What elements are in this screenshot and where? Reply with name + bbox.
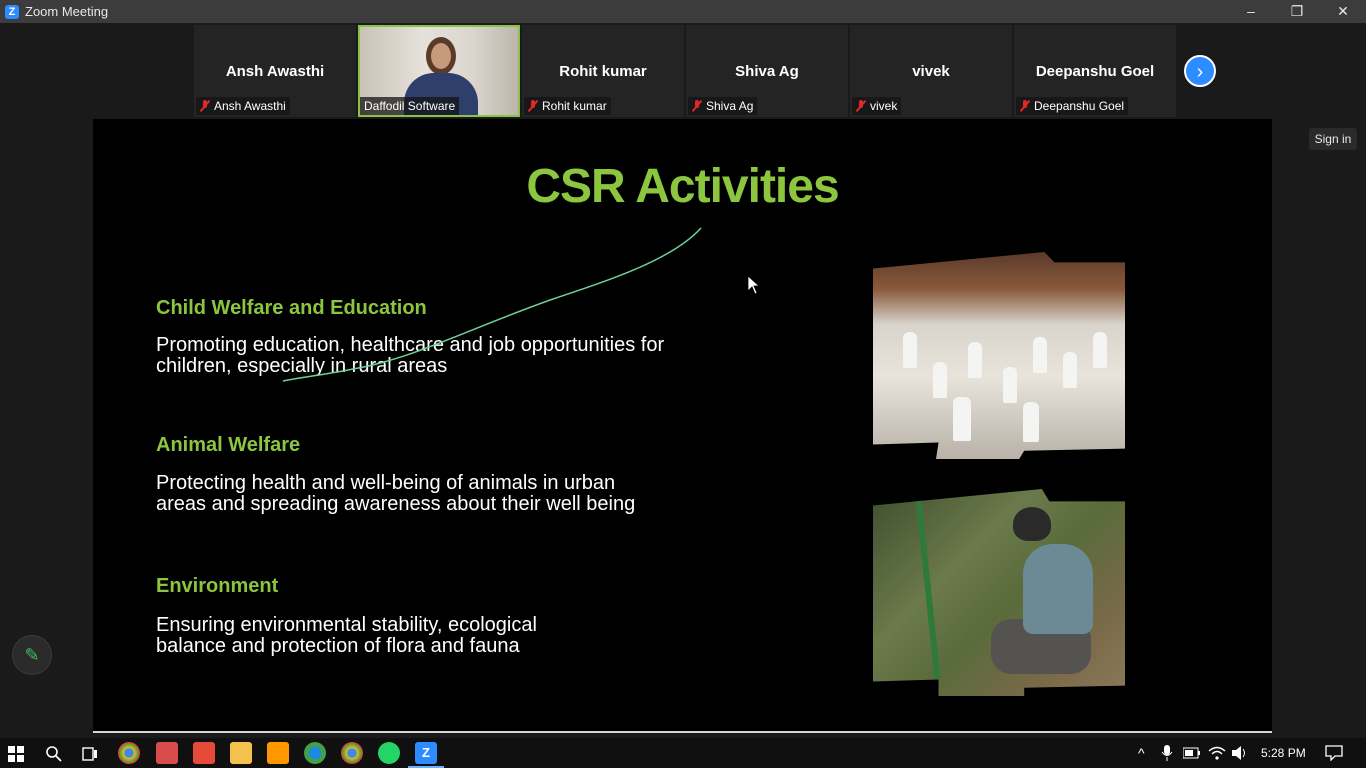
pencil-icon: ✎ xyxy=(24,645,40,665)
chrome-icon[interactable] xyxy=(118,742,140,764)
section-body: Ensuring environmental stability, ecolog… xyxy=(156,614,537,657)
microphone-icon[interactable] xyxy=(1161,745,1173,761)
section-heading: Environment xyxy=(156,575,279,597)
section-body: Protecting health and well-being of anim… xyxy=(156,472,636,515)
section-body: Promoting education, healthcare and job … xyxy=(156,334,665,377)
children-karate-photo xyxy=(873,252,1125,459)
participant-tile[interactable]: vivek vivek xyxy=(850,25,1012,117)
participant-label: Deepanshu Goel xyxy=(1016,97,1129,115)
participant-name: Rohit kumar xyxy=(559,63,647,80)
mic-muted-icon xyxy=(692,100,702,112)
windows-icon[interactable] xyxy=(8,746,24,762)
section-heading: Child Welfare and Education xyxy=(156,297,427,319)
participant-label: Daffodil Software xyxy=(360,97,460,115)
snipping-icon[interactable] xyxy=(156,742,178,764)
file-explorer-icon[interactable] xyxy=(230,742,252,764)
participant-strip: Ansh Awasthi Ansh Awasthi Daffodil Softw… xyxy=(194,25,1176,117)
participant-tile[interactable]: Deepanshu Goel Deepanshu Goel xyxy=(1014,25,1176,117)
mic-muted-icon xyxy=(856,100,866,112)
tree-planting-photo xyxy=(873,489,1125,696)
participant-label: vivek xyxy=(852,97,902,115)
zoom-logo-icon: Z xyxy=(5,4,19,19)
participant-name: Ansh Awasthi xyxy=(225,63,325,80)
sign-in-button[interactable]: Sign in xyxy=(1309,128,1357,150)
participant-name: Deepanshu Goel xyxy=(1035,63,1155,80)
mic-muted-icon xyxy=(200,100,210,112)
clock[interactable]: 5:28 PM xyxy=(1261,738,1306,768)
window-title: Zoom Meeting xyxy=(25,4,109,19)
search-icon[interactable] xyxy=(45,745,63,763)
wifi-icon[interactable] xyxy=(1208,745,1226,761)
next-participants-button[interactable]: › xyxy=(1184,55,1216,87)
task-view-icon[interactable] xyxy=(81,745,99,763)
slide-bottom-border xyxy=(93,731,1272,733)
participant-tile-speaking[interactable]: Daffodil Software xyxy=(358,25,520,117)
mic-muted-icon xyxy=(528,100,538,112)
annotate-pencil-button[interactable]: ✎ xyxy=(12,635,52,675)
battery-icon[interactable] xyxy=(1183,747,1201,759)
participant-tile[interactable]: Ansh Awasthi Ansh Awasthi xyxy=(194,25,356,117)
edge-icon[interactable] xyxy=(304,742,326,764)
participant-label: Rohit kumar xyxy=(524,97,611,115)
windows-taskbar: Z ^ 5:28 PM xyxy=(0,738,1366,768)
notification-center-icon[interactable] xyxy=(1325,745,1343,761)
close-button[interactable]: ✕ xyxy=(1320,0,1366,23)
anydesk-icon[interactable] xyxy=(193,742,215,764)
slide-title: CSR Activities xyxy=(526,160,839,213)
section-heading: Animal Welfare xyxy=(156,434,301,456)
mic-muted-icon xyxy=(1020,100,1030,112)
volume-icon[interactable] xyxy=(1231,745,1249,761)
participant-name: Shiva Ag xyxy=(735,63,799,80)
zoom-icon[interactable]: Z xyxy=(415,742,437,764)
participant-name: vivek xyxy=(912,63,950,80)
sublime-icon[interactable] xyxy=(267,742,289,764)
tray-chevron-icon[interactable]: ^ xyxy=(1138,738,1145,768)
participant-label: Shiva Ag xyxy=(688,97,758,115)
participant-tile[interactable]: Rohit kumar Rohit kumar xyxy=(522,25,684,117)
whatsapp-icon[interactable] xyxy=(378,742,400,764)
window-titlebar: Z Zoom Meeting – ❐ ✕ xyxy=(0,0,1366,23)
meeting-area: Ansh Awasthi Ansh Awasthi Daffodil Softw… xyxy=(0,23,1366,738)
restore-button[interactable]: ❐ xyxy=(1274,0,1320,23)
shared-screen-slide: CSR Activities Child Welfare and Educati… xyxy=(93,119,1272,731)
participant-label: Ansh Awasthi xyxy=(196,97,290,115)
minimize-button[interactable]: – xyxy=(1228,0,1274,23)
chrome-icon[interactable] xyxy=(341,742,363,764)
participant-tile[interactable]: Shiva Ag Shiva Ag xyxy=(686,25,848,117)
